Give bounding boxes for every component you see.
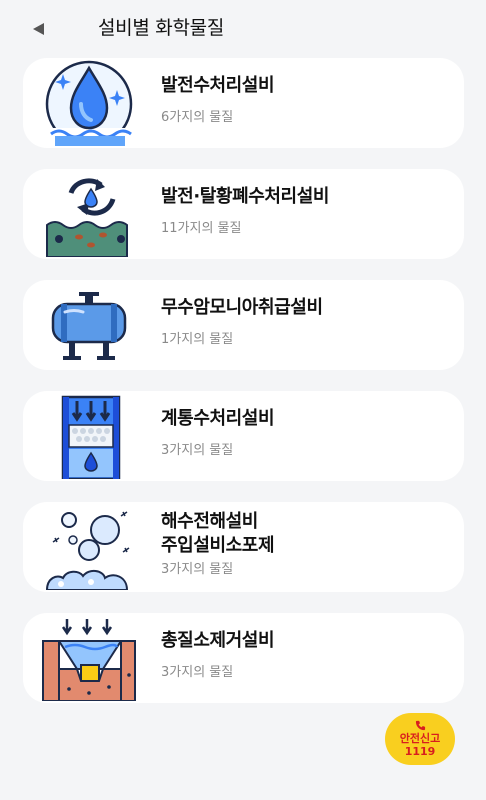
facility-count: 3가지의 물질 xyxy=(161,443,234,458)
facility-list: 발전수처리설비 6가지의 물질 발전·탈황폐수처리설비 11가지의 물질 무수암… xyxy=(23,58,464,724)
safety-report-label: 안전신고 xyxy=(399,732,441,745)
facility-name: 계통수처리설비 xyxy=(161,408,275,429)
facility-name: 무수암모니아취급설비 xyxy=(161,297,323,318)
ammonia-tank-icon xyxy=(41,282,137,368)
facility-card-seawater-electrolysis[interactable]: 해수전해설비 주입설비소포제 3가지의 물질 xyxy=(23,502,464,592)
facility-card-water-treatment[interactable]: 발전수처리설비 6가지의 물질 xyxy=(23,58,464,148)
facility-name: 발전·탈황폐수처리설비 xyxy=(161,186,330,207)
safety-report-button[interactable]: 안전신고 1119 xyxy=(385,713,455,765)
facility-card-desulfurization[interactable]: 발전·탈황폐수처리설비 11가지의 물질 xyxy=(23,169,464,259)
facility-count: 3가지의 물질 xyxy=(161,665,234,680)
sediment-tank-icon xyxy=(41,615,137,701)
phone-icon xyxy=(415,720,425,731)
safety-report-number: 1119 xyxy=(404,745,436,758)
app-header: 설비별 화학물질 xyxy=(0,0,486,56)
back-button[interactable] xyxy=(26,17,52,41)
facility-count: 3가지의 물질 xyxy=(161,562,234,577)
back-triangle-icon xyxy=(33,23,44,35)
facility-card-system-water[interactable]: 계통수처리설비 3가지의 물질 xyxy=(23,391,464,481)
water-drop-icon xyxy=(41,60,137,146)
filter-column-icon xyxy=(41,393,137,479)
facility-count: 6가지의 물질 xyxy=(161,110,234,125)
facility-count: 11가지의 물질 xyxy=(161,221,242,236)
facility-card-nitrogen-removal[interactable]: 총질소제거설비 3가지의 물질 xyxy=(23,613,464,703)
recycle-wastewater-icon xyxy=(41,171,137,257)
bubbles-icon xyxy=(41,504,137,590)
facility-name: 발전수처리설비 xyxy=(161,75,275,96)
page-title: 설비별 화학물질 xyxy=(98,17,225,39)
facility-card-ammonia[interactable]: 무수암모니아취급설비 1가지의 물질 xyxy=(23,280,464,370)
facility-count: 1가지의 물질 xyxy=(161,332,234,347)
facility-name: 총질소제거설비 xyxy=(161,630,275,651)
facility-name: 해수전해설비 주입설비소포제 xyxy=(161,511,275,556)
